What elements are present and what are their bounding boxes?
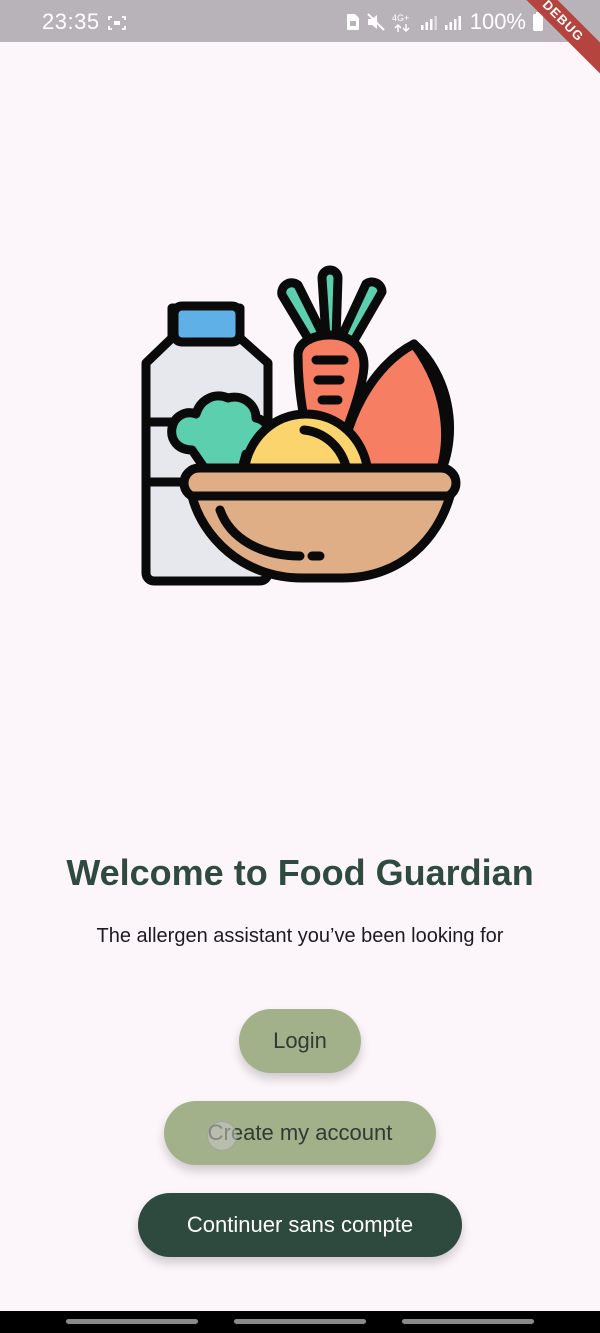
status-time: 23:35 [42,9,100,34]
groceries-bowl-illustration [141,265,461,586]
sim-icon [346,14,359,30]
status-bar: 23:35 4G+ 100% DEBUG [0,0,600,82]
nav-home-handle[interactable] [234,1319,366,1324]
login-button[interactable]: Login [239,1009,361,1073]
signal-icon [444,16,461,30]
network-4g-icon: 4G+ [392,13,410,32]
screen-record-icon [108,16,126,30]
create-account-button[interactable]: Create my account [164,1101,436,1165]
battery-level: 100% [469,9,526,34]
touch-indicator [207,1121,237,1151]
navigation-bar [0,1311,600,1333]
welcome-title: Welcome to Food Guardian [66,852,534,893]
welcome-subtitle: The allergen assistant you’ve been looki… [96,925,504,947]
nav-back-handle[interactable] [402,1319,534,1324]
network-label: 4G+ [392,13,409,23]
nav-recents-handle[interactable] [66,1319,198,1324]
signal-icon [420,16,437,30]
mute-icon [367,13,385,31]
status-icons: 4G+ 100% [346,9,544,35]
continue-without-account-button[interactable]: Continuer sans compte [138,1193,462,1257]
